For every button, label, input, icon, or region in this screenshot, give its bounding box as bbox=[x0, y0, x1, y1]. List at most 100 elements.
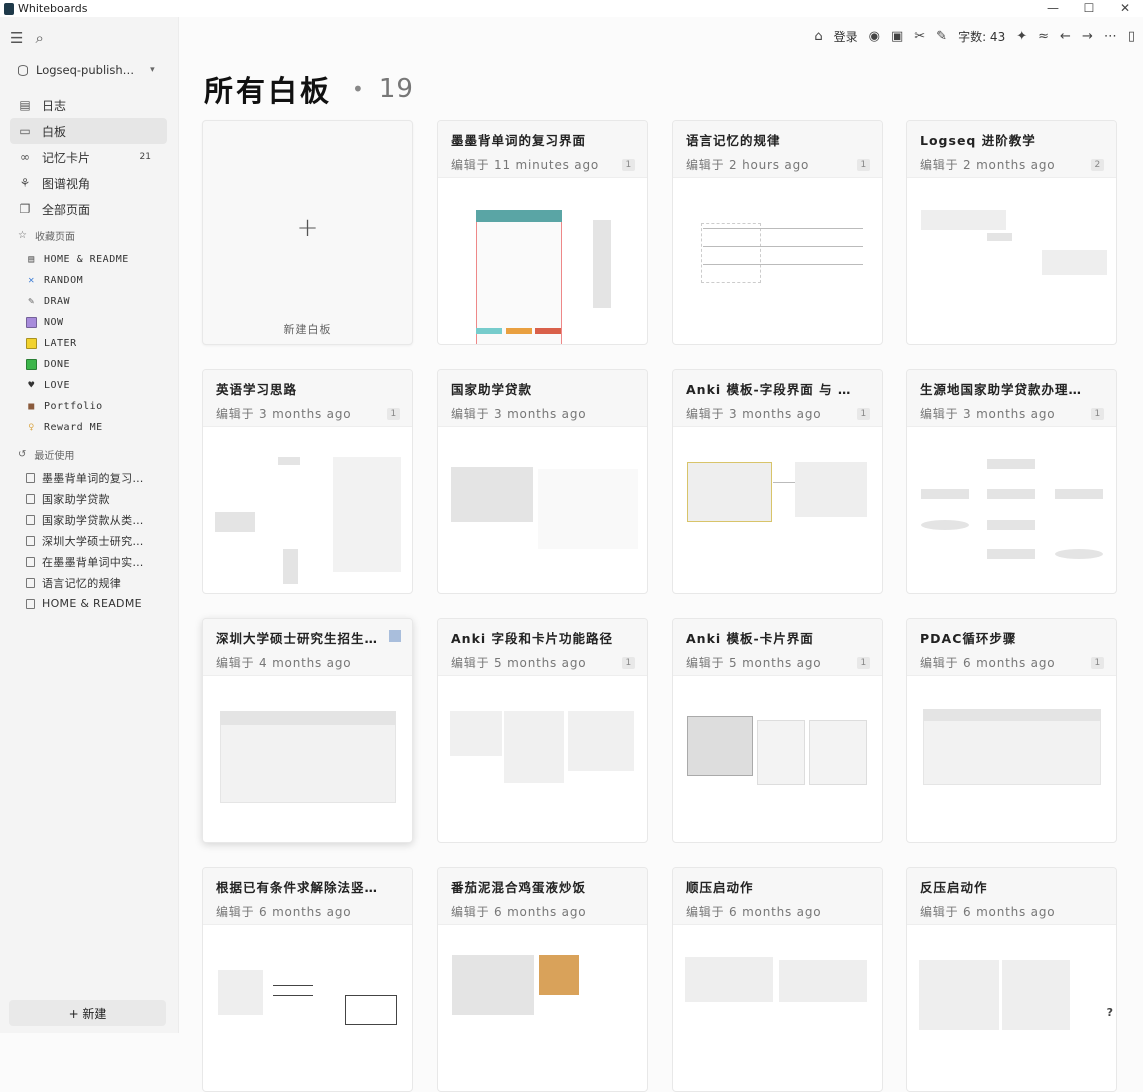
minimize-button[interactable]: — bbox=[1035, 0, 1071, 17]
plugin-icon[interactable]: ▣ bbox=[891, 29, 903, 44]
whiteboard-card[interactable]: 深圳大学硕士研究生招生… 编辑于 4 months ago bbox=[202, 618, 413, 843]
nav-icon: ▤ bbox=[18, 98, 32, 112]
favorites-header[interactable]: ☆ 收藏页面 bbox=[18, 228, 75, 243]
whiteboard-card[interactable]: PDAC循环步骤 编辑于 6 months ago1 bbox=[906, 618, 1117, 843]
menu-icon[interactable]: ☰ bbox=[10, 29, 23, 47]
card-edited-time: 编辑于 6 months ago bbox=[216, 903, 351, 920]
card-title: Anki 模板-卡片界面 bbox=[686, 628, 856, 647]
favorite-item[interactable]: ▤ HOME & README bbox=[26, 249, 171, 270]
new-whiteboard-card[interactable]: + 新建白板 bbox=[202, 120, 413, 345]
search-icon[interactable]: ⌕ bbox=[35, 29, 43, 47]
favorite-label: DRAW bbox=[44, 296, 70, 307]
card-header: 反压启动作 编辑于 6 months ago bbox=[907, 868, 1116, 925]
database-icon bbox=[18, 65, 28, 76]
recent-header[interactable]: ↺ 最近使用 bbox=[18, 447, 74, 462]
whiteboard-card[interactable]: 生源地国家助学贷款办理… 编辑于 3 months ago1 bbox=[906, 369, 1117, 594]
recent-item[interactable]: 语言记忆的规律 bbox=[26, 572, 171, 593]
card-preview bbox=[203, 427, 412, 593]
recent-item[interactable]: 国家助学贷款从类… bbox=[26, 509, 171, 530]
favorite-item[interactable]: DONE bbox=[26, 354, 171, 375]
recent-item[interactable]: 墨墨背单词的复习… bbox=[26, 467, 171, 488]
whiteboard-card[interactable]: 英语学习思路 编辑于 3 months ago1 bbox=[202, 369, 413, 594]
card-title: 墨墨背单词的复习界面 bbox=[451, 130, 621, 149]
card-title: Anki 模板-字段界面 与 … bbox=[686, 379, 856, 398]
top-toolbar: ⌂ 登录 ◉ ▣ ✂ ✎ 字数: 43 ✦ ≈ ← → ⋯ ▯ bbox=[814, 28, 1135, 45]
puzzle-icon[interactable]: ✦ bbox=[1016, 29, 1027, 44]
sidebar-item[interactable]: ∞ 记忆卡片 21 bbox=[10, 144, 167, 170]
pen-icon[interactable]: ✎ bbox=[936, 29, 947, 44]
whiteboard-card[interactable]: Anki 字段和卡片功能路径 编辑于 5 months ago1 bbox=[437, 618, 648, 843]
graph-name: Logseq-publish… bbox=[36, 63, 134, 77]
recent-label: 国家助学贷款从类… bbox=[42, 512, 144, 528]
whiteboard-card[interactable]: Logseq 进阶教学 编辑于 2 months ago 2 bbox=[906, 120, 1117, 345]
whiteboard-card[interactable]: Anki 模板-卡片界面 编辑于 5 months ago1 bbox=[672, 618, 883, 843]
tools-icon[interactable]: ✂ bbox=[914, 29, 925, 44]
card-edited-time: 编辑于 2 months ago bbox=[920, 156, 1055, 173]
whiteboard-card[interactable]: Anki 模板-字段界面 与 … 编辑于 3 months ago1 bbox=[672, 369, 883, 594]
sidebar-item-label: 全部页面 bbox=[42, 201, 90, 218]
recent-label: 墨墨背单词的复习… bbox=[42, 470, 144, 486]
favorite-label: HOME & README bbox=[44, 254, 129, 265]
card-header: PDAC循环步骤 编辑于 6 months ago1 bbox=[907, 619, 1116, 676]
recent-item[interactable]: 在墨墨背单词中实… bbox=[26, 551, 171, 572]
favorite-item[interactable]: ✎ DRAW bbox=[26, 291, 171, 312]
favorite-item[interactable]: ♥ LOVE bbox=[26, 375, 171, 396]
card-title: 反压启动作 bbox=[920, 877, 1090, 896]
card-header: 根据已有条件求解除法竖… 编辑于 6 months ago bbox=[203, 868, 412, 925]
favorite-item[interactable]: LATER bbox=[26, 333, 171, 354]
card-header: 番茄泥混合鸡蛋液炒饭 编辑于 6 months ago bbox=[438, 868, 647, 925]
login-button[interactable]: 登录 bbox=[834, 28, 858, 45]
whiteboard-icon bbox=[26, 473, 35, 483]
recent-item[interactable]: 国家助学贷款 bbox=[26, 488, 171, 509]
sidebar-item[interactable]: ▭ 白板 bbox=[10, 118, 167, 144]
graph-selector[interactable]: Logseq-publish… ▾ bbox=[18, 63, 155, 77]
sidebar-item[interactable]: ⚘ 图谱视角 bbox=[10, 170, 167, 196]
recent-item[interactable]: 深圳大学硕士研究… bbox=[26, 530, 171, 551]
ref-count-badge: 2 bbox=[1091, 159, 1104, 171]
card-title: 英语学习思路 bbox=[216, 379, 386, 398]
maximize-button[interactable]: ☐ bbox=[1071, 0, 1107, 17]
card-title: Logseq 进阶教学 bbox=[920, 130, 1090, 149]
more-icon[interactable]: ⋯ bbox=[1104, 29, 1117, 44]
ref-count-badge: 1 bbox=[622, 657, 635, 669]
recent-item[interactable]: HOME & README bbox=[26, 593, 171, 614]
wave-icon[interactable]: ≈ bbox=[1038, 29, 1049, 44]
card-preview bbox=[203, 925, 412, 1091]
whiteboard-card[interactable]: 根据已有条件求解除法竖… 编辑于 6 months ago bbox=[202, 867, 413, 1092]
favorite-item[interactable]: ■ Portfolio bbox=[26, 396, 171, 417]
favorite-label: NOW bbox=[44, 317, 64, 328]
whiteboard-card[interactable]: 墨墨背单词的复习界面 编辑于 11 minutes ago1 bbox=[437, 120, 648, 345]
sidebar-item[interactable]: ❐ 全部页面 bbox=[10, 196, 167, 222]
whiteboard-card[interactable]: 语言记忆的规律 编辑于 2 hours ago1 bbox=[672, 120, 883, 345]
card-title: 顺压启动作 bbox=[686, 877, 856, 896]
recent-list: 墨墨背单词的复习… 国家助学贷款 国家助学贷款从类… 深圳大学硕士研究… 在墨墨… bbox=[26, 467, 171, 614]
recent-label: HOME & README bbox=[42, 597, 142, 610]
eye-icon[interactable]: ◉ bbox=[869, 29, 880, 44]
favorite-item[interactable]: ♀ Reward ME bbox=[26, 417, 171, 438]
right-sidebar-icon[interactable]: ▯ bbox=[1128, 29, 1135, 44]
whiteboard-card[interactable]: 顺压启动作 编辑于 6 months ago bbox=[672, 867, 883, 1092]
close-button[interactable]: ✕ bbox=[1107, 0, 1143, 17]
forward-arrow-icon[interactable]: → bbox=[1082, 29, 1093, 44]
back-arrow-icon[interactable]: ← bbox=[1060, 29, 1071, 44]
favorite-label: LATER bbox=[44, 338, 77, 349]
left-sidebar: ☰ ⌕ Logseq-publish… ▾ ▤ 日志 ▭ 白板 ∞ 记忆卡片 2… bbox=[0, 17, 179, 1033]
favorite-item[interactable]: ✕ RANDOM bbox=[26, 270, 171, 291]
nav-icon: ⚘ bbox=[18, 176, 32, 190]
card-header: 英语学习思路 编辑于 3 months ago1 bbox=[203, 370, 412, 427]
chevron-down-icon: ▾ bbox=[150, 65, 155, 75]
card-preview bbox=[907, 925, 1116, 1091]
new-page-button[interactable]: + 新建 bbox=[9, 1000, 166, 1026]
nav-icon: ❐ bbox=[18, 202, 32, 216]
whiteboard-icon bbox=[26, 494, 35, 504]
whiteboard-card[interactable]: 反压启动作 编辑于 6 months ago bbox=[906, 867, 1117, 1092]
card-preview bbox=[673, 676, 882, 842]
whiteboard-card[interactable]: 番茄泥混合鸡蛋液炒饭 编辑于 6 months ago bbox=[437, 867, 648, 1092]
select-checkbox[interactable] bbox=[389, 630, 401, 642]
help-button[interactable]: ? bbox=[1107, 1006, 1113, 1019]
sidebar-item[interactable]: ▤ 日志 bbox=[10, 92, 167, 118]
whiteboard-card[interactable]: 国家助学贷款 编辑于 3 months ago bbox=[437, 369, 648, 594]
card-header: Anki 模板-卡片界面 编辑于 5 months ago1 bbox=[673, 619, 882, 676]
home-icon[interactable]: ⌂ bbox=[814, 29, 822, 44]
favorite-item[interactable]: NOW bbox=[26, 312, 171, 333]
